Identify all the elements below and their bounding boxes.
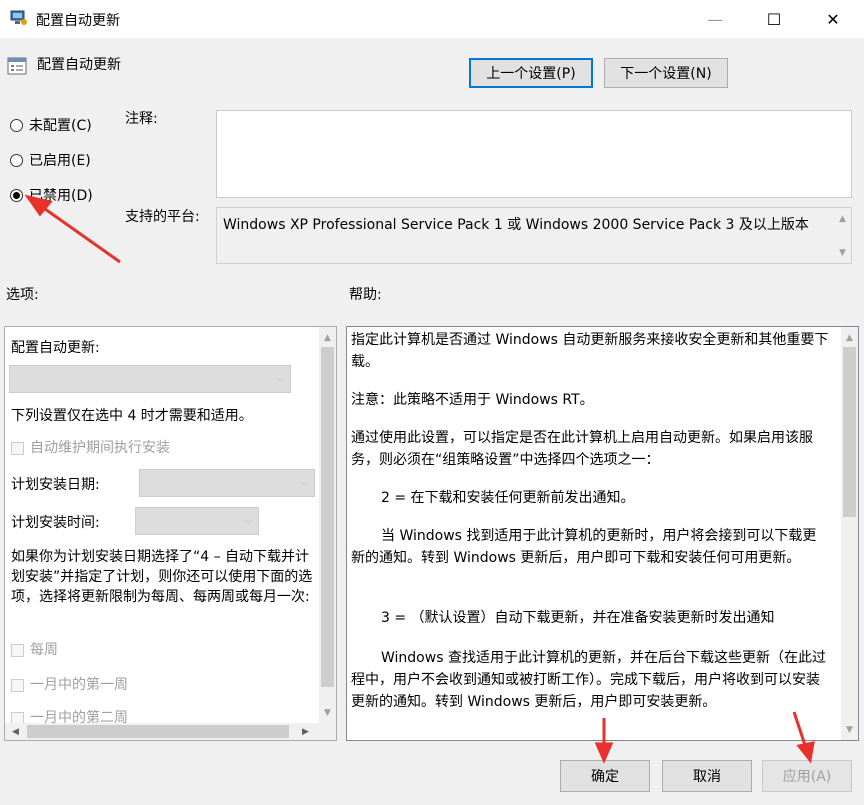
configure-updates-label: 配置自动更新: xyxy=(11,340,100,356)
help-paragraph: 3 = （默认设置）自动下载更新，并在准备安装更新时发出通知 xyxy=(381,610,775,626)
platform-scrollbar[interactable]: ▲ ▼ xyxy=(834,208,851,263)
cancel-button[interactable]: 取消 xyxy=(662,760,752,792)
chevron-down-icon: ⌵ xyxy=(244,515,252,527)
options-note: 下列设置仅在选中 4 时才需要和适用。 xyxy=(11,408,253,424)
checkbox-label: 自动维护期间执行安装 xyxy=(30,440,170,456)
weekly-checkbox[interactable]: 每周 xyxy=(11,639,58,659)
radio-circle[interactable] xyxy=(10,118,23,132)
scroll-down-icon[interactable]: ▼ xyxy=(319,704,336,721)
chevron-down-icon: ⌵ xyxy=(276,373,284,385)
comment-label: 注释: xyxy=(125,111,158,127)
scroll-right-icon[interactable]: ▶ xyxy=(297,723,314,740)
help-paragraph: Windows 查找适用于此计算机的更新，并在后台下载这些更新（在此过程中，用户… xyxy=(351,650,826,710)
radio-label: 未配置(C) xyxy=(29,118,92,134)
help-label: 帮助: xyxy=(349,287,382,303)
next-setting-button[interactable]: 下一个设置(N) xyxy=(604,58,728,88)
annotation-arrowhead xyxy=(796,741,815,764)
scroll-down-icon[interactable]: ▼ xyxy=(841,721,858,738)
chevron-down-icon: ⌵ xyxy=(300,477,308,489)
checkbox-box[interactable] xyxy=(11,678,24,692)
help-paragraph: 指定此计算机是否通过 Windows 自动更新服务来接收安全更新和其他重要下载。 xyxy=(351,332,829,370)
checkbox-box[interactable] xyxy=(11,441,24,455)
minimize-button[interactable]: — xyxy=(692,0,738,38)
policy-title: 配置自动更新 xyxy=(37,57,121,73)
scroll-thumb[interactable] xyxy=(321,347,334,687)
supported-platform-value: Windows XP Professional Service Pack 1 或… xyxy=(223,217,809,233)
install-day-label: 计划安装日期: xyxy=(11,477,100,493)
supported-platform-box: Windows XP Professional Service Pack 1 或… xyxy=(216,207,852,264)
radio-label: 已启用(E) xyxy=(29,153,91,169)
ok-button[interactable]: 确定 xyxy=(560,760,650,792)
checkbox-label: 每周 xyxy=(30,642,58,658)
radio-enabled[interactable]: 已启用(E) xyxy=(10,150,91,170)
policy-app-icon xyxy=(10,10,27,25)
checkbox-label: 一月中的第一周 xyxy=(30,677,128,693)
help-paragraph: 注意：此策略不适用于 Windows RT。 xyxy=(351,392,594,408)
scroll-thumb[interactable] xyxy=(843,347,856,517)
options-panel: 配置自动更新: ⌵ 下列设置仅在选中 4 时才需要和适用。 自动维护期间执行安装… xyxy=(4,326,337,741)
install-day-dropdown[interactable]: ⌵ xyxy=(139,469,315,497)
radio-circle[interactable] xyxy=(10,153,23,167)
scroll-up-icon[interactable]: ▲ xyxy=(319,329,336,346)
radio-circle-checked[interactable] xyxy=(10,188,23,202)
maintenance-checkbox[interactable]: 自动维护期间执行安装 xyxy=(11,437,170,457)
options-label: 选项: xyxy=(6,287,39,303)
maximize-button[interactable]: ☐ xyxy=(751,0,797,38)
apply-button[interactable]: 应用(A) xyxy=(762,760,852,792)
configure-updates-dropdown[interactable]: ⌵ xyxy=(9,365,291,393)
annotation-arrow-disabled xyxy=(37,202,121,264)
schedule-note: 如果你为计划安装日期选择了“4 – 自动下载并计划安装”并指定了计划，则你还可以… xyxy=(11,549,313,605)
install-time-dropdown[interactable]: ⌵ xyxy=(135,507,259,535)
scroll-left-icon[interactable]: ◀ xyxy=(7,723,24,740)
scroll-thumb[interactable] xyxy=(27,725,289,738)
supported-platform-label: 支持的平台: xyxy=(125,209,200,225)
help-panel: 指定此计算机是否通过 Windows 自动更新服务来接收安全更新和其他重要下载。… xyxy=(346,326,859,741)
help-paragraph: 通过使用此设置，可以指定是否在此计算机上启用自动更新。如果启用该服务，则必须在“… xyxy=(351,430,813,468)
first-week-checkbox[interactable]: 一月中的第一周 xyxy=(11,674,128,694)
policy-setting-icon xyxy=(7,57,27,75)
help-paragraph: 2 = 在下载和安装任何更新前发出通知。 xyxy=(381,490,635,506)
comment-textarea[interactable] xyxy=(216,110,852,198)
window-title: 配置自动更新 xyxy=(36,13,120,29)
radio-label: 已禁用(D) xyxy=(29,188,93,204)
radio-disabled[interactable]: 已禁用(D) xyxy=(10,185,93,205)
annotation-arrowhead xyxy=(594,742,614,764)
radio-dot xyxy=(13,191,20,199)
install-time-label: 计划安装时间: xyxy=(11,515,100,531)
help-paragraph: 当 Windows 找到适用于此计算机的更新时，用户将会接到可以下载更新的通知。… xyxy=(351,528,817,566)
close-button[interactable]: ✕ xyxy=(810,0,856,38)
scroll-up-icon[interactable]: ▲ xyxy=(834,210,851,227)
help-scrollbar[interactable]: ▲ ▼ xyxy=(841,327,858,740)
scroll-up-icon[interactable]: ▲ xyxy=(841,329,858,346)
scroll-down-icon[interactable]: ▼ xyxy=(834,244,851,261)
options-vertical-scrollbar[interactable]: ▲ ▼ xyxy=(319,327,336,723)
checkbox-box[interactable] xyxy=(11,643,24,657)
options-horizontal-scrollbar[interactable]: ◀ ▶ xyxy=(5,723,336,740)
radio-not-configured[interactable]: 未配置(C) xyxy=(10,115,92,135)
previous-setting-button[interactable]: 上一个设置(P) xyxy=(469,58,593,88)
